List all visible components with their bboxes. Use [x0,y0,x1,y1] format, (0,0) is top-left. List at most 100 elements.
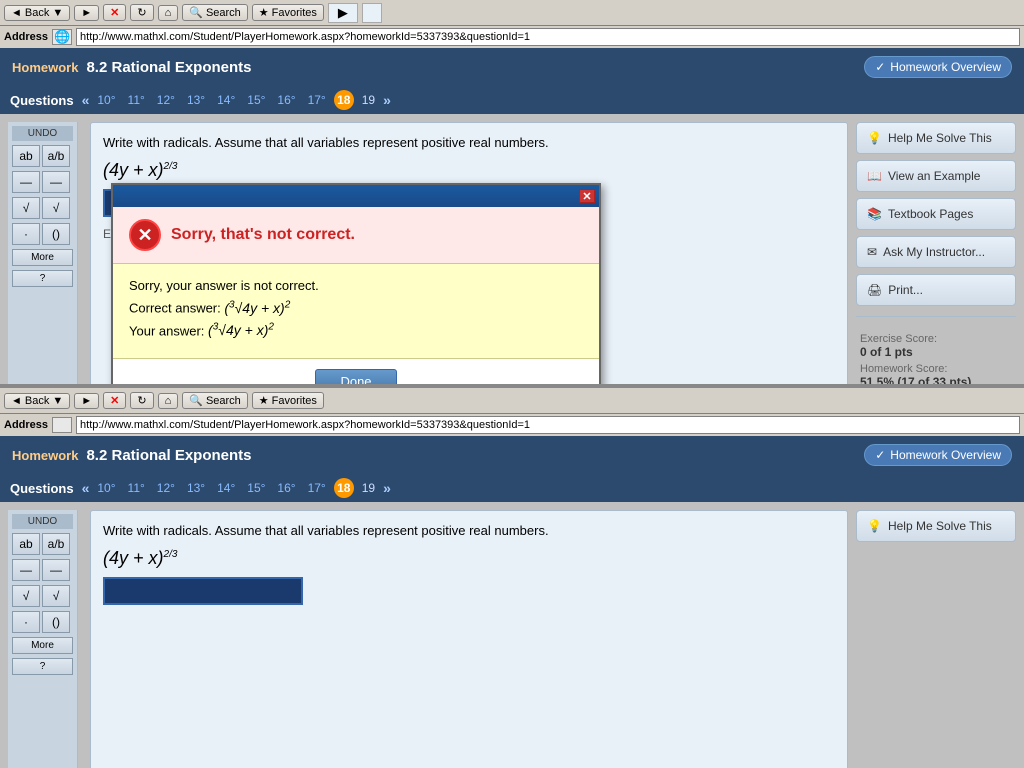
undo-cell-b2[interactable]: a/b [42,533,70,555]
search-icon-2: 🔍 [189,394,203,407]
question-16[interactable]: 16° [273,92,299,108]
error-x-icon: ✕ [129,219,161,251]
correct-answer-line: Correct answer: (3√4y + x)2 [129,299,583,316]
mail-icon [362,3,382,23]
back-button[interactable]: ◄ Back ▼ [4,5,70,21]
question-14[interactable]: 14° [213,92,239,108]
favorites-button-2[interactable]: ★ Favorites [252,392,324,409]
question-15[interactable]: 15° [243,92,269,108]
home-button[interactable]: ⌂ [158,5,179,21]
score-section: Exercise Score: 0 of 1 pts Homework Scor… [856,327,1016,384]
sqrt2-cell-b[interactable]: √ [42,585,70,607]
sqrt-cell[interactable]: √ [12,197,40,219]
textbook-icon: 📚 [867,207,882,221]
sqrt-cell-b[interactable]: √ [12,585,40,607]
undo-cell-b1[interactable]: ab [12,533,40,555]
print-button[interactable]: 🖨 Print... [856,274,1016,306]
questions-navigation: Questions « 10° 11° 12° 13° 14° 15° 16° … [0,86,1024,114]
undo-cell-3[interactable]: — [12,171,40,193]
nav-next-next[interactable]: » [383,92,391,108]
homework-header-2: Homework 8.2 Rational Exponents ✓ Homewo… [0,436,1024,474]
textbook-pages-button[interactable]: 📚 Textbook Pages [856,198,1016,230]
dot-cell-b[interactable]: · [12,611,40,633]
search-button[interactable]: 🔍 Search [182,4,248,21]
media-icon: ▶ [328,3,358,23]
stop-button[interactable]: ✕ [103,4,126,21]
view-example-button[interactable]: 📖 View an Example [856,160,1016,192]
question-17[interactable]: 17° [304,92,330,108]
back-arrow-icon-2: ◄ [11,395,22,407]
question-12-2[interactable]: 12° [153,480,179,496]
help-solve-button[interactable]: 💡 Help Me Solve This [856,122,1016,154]
help-button-2[interactable]: ? [12,658,73,675]
home-button-2[interactable]: ⌂ [158,393,179,409]
book-open-icon: 📖 [867,169,882,183]
answer-input-box-2[interactable] [103,577,303,605]
undo-row-4: · () [12,223,73,245]
url-input-2[interactable] [76,416,1020,434]
question-11-2[interactable]: 11° [124,480,149,496]
question-18-active-2[interactable]: 18 [334,478,354,498]
math-tools-panel-2: UNDO ab a/b — — √ √ · () More ? [8,510,78,768]
undo-cell-b3[interactable]: — [12,559,40,581]
help-button[interactable]: ? [12,270,73,287]
refresh-button[interactable]: ↻ [130,4,153,21]
stop-button-2[interactable]: ✕ [103,392,126,409]
dialog-body-line1: Sorry, your answer is not correct. [129,278,583,293]
undo-row-1: ab a/b [12,145,73,167]
question-11[interactable]: 11° [124,92,149,108]
question-13-2[interactable]: 13° [183,480,209,496]
problem-area-2: Write with radicals. Assume that all var… [90,510,848,768]
dialog-error-header: ✕ Sorry, that's not correct. [113,207,599,264]
question-10-2[interactable]: 10° [93,480,119,496]
forward-button[interactable]: ► [74,5,99,21]
paren-cell-b[interactable]: () [42,611,70,633]
error-title: Sorry, that's not correct. [171,226,355,244]
dialog-body: Sorry, your answer is not correct. Corre… [113,264,599,359]
nav-next-next-2[interactable]: » [383,480,391,496]
back-arrow-icon: ◄ [11,7,22,19]
undo-cell-2[interactable]: a/b [42,145,70,167]
more-button-2[interactable]: More [12,637,73,654]
question-13[interactable]: 13° [183,92,209,108]
question-19-2[interactable]: 19 [358,480,379,496]
refresh-icon: ↻ [137,6,146,19]
dot-cell[interactable]: · [12,223,40,245]
stop-icon: ✕ [110,6,119,19]
refresh-button-2[interactable]: ↻ [130,392,153,409]
ask-instructor-button[interactable]: ✉ Ask My Instructor... [856,236,1016,268]
question-16-2[interactable]: 16° [273,480,299,496]
question-15-2[interactable]: 15° [243,480,269,496]
sqrt2-cell[interactable]: √ [42,197,70,219]
forward-button-2[interactable]: ► [74,393,99,409]
nav-prev-prev-2[interactable]: « [82,480,90,496]
home-icon: ⌂ [165,7,172,19]
favorites-button[interactable]: ★ Favorites [252,4,324,21]
nav-prev-prev[interactable]: « [82,92,90,108]
question-10[interactable]: 10° [93,92,119,108]
dialog-close-button[interactable]: ✕ [579,189,595,203]
undo-cell-b4[interactable]: — [42,559,70,581]
url-input[interactable] [76,28,1020,46]
done-button[interactable]: Done [315,369,396,384]
question-19[interactable]: 19 [358,92,379,108]
undo-cell-4[interactable]: — [42,171,70,193]
home-icon-2: ⌂ [165,395,172,407]
undo-cell-1[interactable]: ab [12,145,40,167]
question-12[interactable]: 12° [153,92,179,108]
paren-cell[interactable]: () [42,223,70,245]
sidebar-2: 💡 Help Me Solve This [856,510,1016,768]
back-button-2[interactable]: ◄ Back ▼ [4,393,70,409]
homework-overview-button[interactable]: ✓ Homework Overview [864,56,1012,78]
sidebar-divider [856,316,1016,317]
question-18-active[interactable]: 18 [334,90,354,110]
search-button-2[interactable]: 🔍 Search [182,392,248,409]
undo-row-2: — — [12,171,73,193]
homework-overview-button-2[interactable]: ✓ Homework Overview [864,444,1012,466]
address-bar-2: Address [0,414,1024,436]
question-14-2[interactable]: 14° [213,480,239,496]
star-icon-2: ★ [259,394,269,407]
more-button[interactable]: More [12,249,73,266]
help-solve-button-2[interactable]: 💡 Help Me Solve This [856,510,1016,542]
question-17-2[interactable]: 17° [304,480,330,496]
